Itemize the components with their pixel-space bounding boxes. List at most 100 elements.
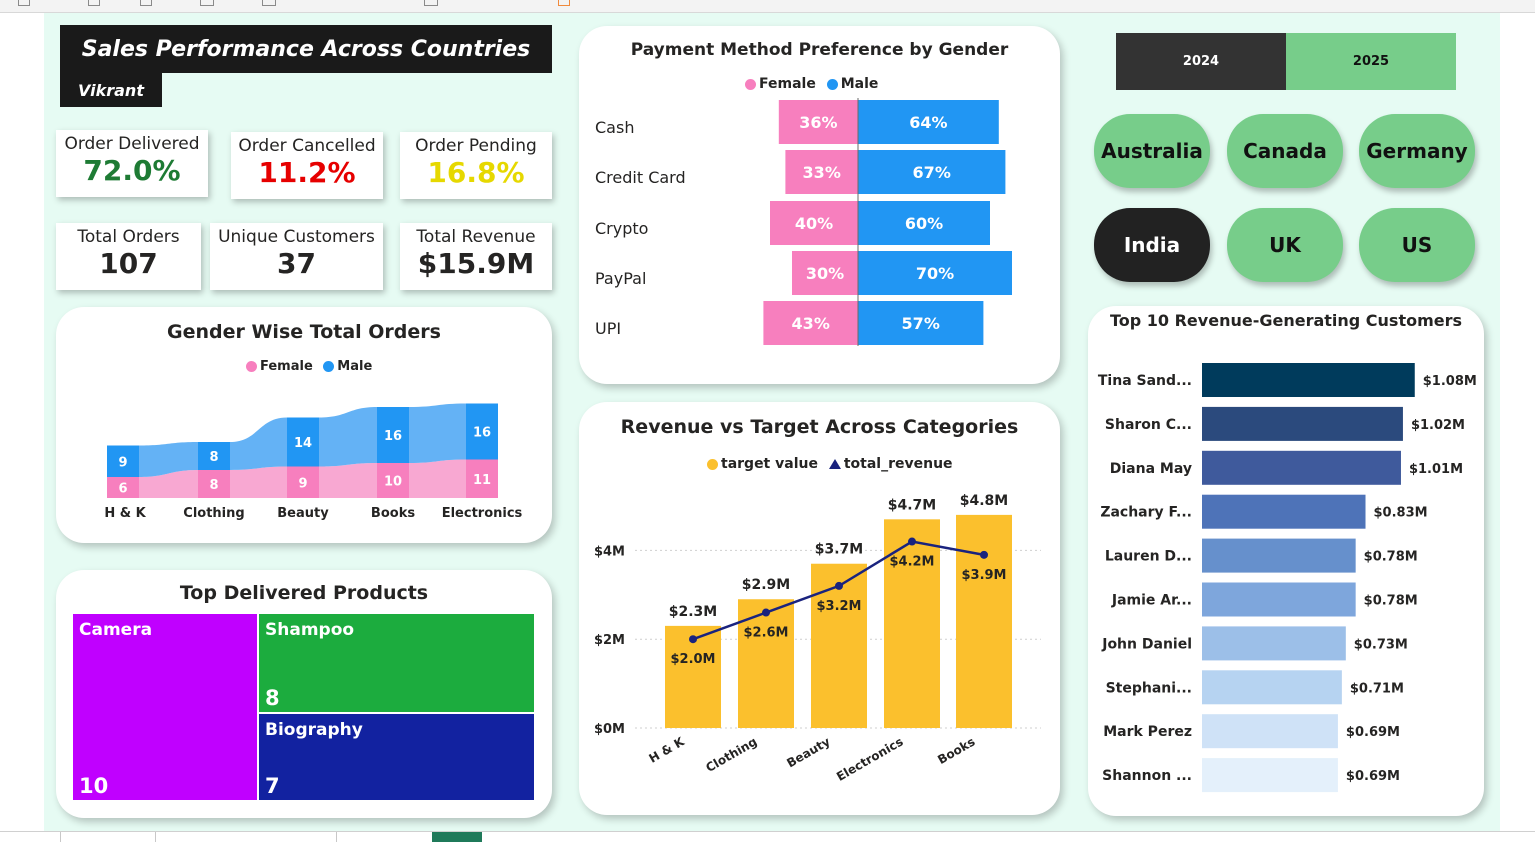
revenue-data-label: $4.2M bbox=[889, 555, 934, 570]
country-button-india[interactable]: India bbox=[1094, 208, 1210, 282]
kpi-value: 107 bbox=[99, 247, 158, 280]
customer-label: Shannon ... bbox=[1102, 768, 1192, 784]
revenue-point bbox=[762, 608, 770, 617]
female-data-label: 30% bbox=[806, 264, 844, 283]
customer-data-label: $1.01M bbox=[1409, 462, 1463, 477]
x-tick-label: Beauty bbox=[277, 506, 329, 521]
male-data-label: 16 bbox=[473, 426, 491, 441]
customer-bar bbox=[1202, 450, 1401, 485]
kpi-label: Order Cancelled bbox=[238, 136, 376, 156]
customer-label: Lauren D... bbox=[1105, 549, 1192, 565]
female-data-label: 6 bbox=[118, 482, 127, 497]
year-button-2024[interactable]: 2024 bbox=[1116, 33, 1286, 90]
customer-bar bbox=[1202, 670, 1342, 705]
treemap-label: Camera bbox=[79, 620, 153, 640]
report-title: Sales Performance Across Countries bbox=[60, 25, 552, 73]
revenue-data-label: $3.9M bbox=[961, 568, 1006, 583]
kpi-label: Order Pending bbox=[415, 136, 537, 156]
x-tick-label: Books bbox=[935, 734, 977, 767]
treemap-label: Shampoo bbox=[265, 620, 355, 640]
male-data-label: 57% bbox=[902, 314, 940, 333]
top-customers-card: Top 10 Revenue-Generating Customers Tina… bbox=[1088, 306, 1484, 816]
revenue-data-label: $3.2M bbox=[816, 599, 861, 614]
country-button-australia[interactable]: Australia bbox=[1094, 114, 1210, 188]
female-data-label: 10 bbox=[384, 475, 402, 490]
female-data-label: 11 bbox=[473, 473, 491, 488]
gender-orders-chart: 6 9 H & K 8 8 Clothing 9 14 Beauty 10 16 Books 11 16 E… bbox=[104, 403, 523, 521]
treemap-value: 10 bbox=[79, 774, 109, 798]
revenue-data-label: $2.6M bbox=[743, 626, 788, 641]
treemap-cell-biography[interactable]: Biography 7 bbox=[258, 713, 535, 801]
target-bar bbox=[884, 519, 940, 728]
category-label: Crypto bbox=[595, 219, 648, 238]
revenue-point bbox=[908, 537, 916, 546]
male-data-label: 8 bbox=[209, 450, 218, 465]
customer-bar bbox=[1202, 363, 1415, 397]
gender-orders-card: Gender Wise Total Orders Female Male 69H… bbox=[56, 307, 552, 543]
customer-data-label: $0.69M bbox=[1346, 769, 1400, 784]
customer-bar bbox=[1202, 714, 1338, 749]
male-data-label: 14 bbox=[294, 436, 312, 451]
kpi-value: 72.0% bbox=[83, 154, 181, 187]
report-author: Vikrant bbox=[60, 73, 162, 107]
male-data-label: 9 bbox=[118, 455, 127, 470]
treemap-cell-shampoo[interactable]: Shampoo 8 bbox=[258, 613, 535, 713]
year-button-2025[interactable]: 2025 bbox=[1286, 33, 1456, 90]
country-button-germany[interactable]: Germany bbox=[1359, 114, 1475, 188]
kpi-order-pending: Order Pending 16.8% bbox=[400, 132, 552, 199]
category-label: Credit Card bbox=[595, 168, 686, 187]
revenue-target-card: Revenue vs Target Across Categories targ… bbox=[579, 402, 1060, 815]
customer-label: Jamie Ar... bbox=[1111, 593, 1192, 609]
treemap-cell-camera[interactable]: Camera 10 bbox=[72, 613, 258, 801]
kpi-unique-customers: Unique Customers 37 bbox=[210, 223, 383, 290]
revenue-target-chart: $0M $2M $4M $2.3M H & K $2.9M Clothing $3.7M Bea… bbox=[594, 493, 1041, 784]
customer-label: Sharon C... bbox=[1105, 417, 1192, 433]
customer-bar bbox=[1202, 626, 1346, 661]
revenue-point bbox=[980, 550, 988, 559]
customer-bar bbox=[1202, 582, 1356, 617]
x-tick-label: Clothing bbox=[703, 734, 759, 774]
y-tick-label: $0M bbox=[594, 722, 625, 737]
treemap-label: Biography bbox=[265, 720, 363, 740]
y-tick-label: $2M bbox=[594, 633, 625, 648]
customer-bar bbox=[1202, 538, 1356, 573]
customer-data-label: $0.69M bbox=[1346, 725, 1400, 740]
kpi-value: $15.9M bbox=[417, 247, 535, 280]
customer-data-label: $0.83M bbox=[1374, 506, 1428, 521]
kpi-value: 11.2% bbox=[258, 156, 356, 189]
customer-data-label: $1.08M bbox=[1423, 374, 1477, 389]
chart-title: Top Delivered Products bbox=[179, 582, 429, 604]
category-label: PayPal bbox=[595, 269, 646, 288]
customer-data-label: $0.73M bbox=[1354, 637, 1408, 652]
target-data-label: $2.3M bbox=[669, 604, 717, 620]
kpi-value: 37 bbox=[277, 247, 316, 280]
kpi-label: Order Delivered bbox=[64, 134, 200, 154]
sheet-tab-strip bbox=[0, 831, 1535, 851]
country-button-uk[interactable]: UK bbox=[1227, 208, 1343, 282]
customer-data-label: $0.78M bbox=[1364, 550, 1418, 565]
revenue-data-label: $2.0M bbox=[670, 652, 715, 667]
target-data-label: $2.9M bbox=[742, 577, 790, 593]
customer-data-label: $1.02M bbox=[1411, 418, 1465, 433]
x-tick-label: Electronics bbox=[834, 734, 905, 783]
customer-bar bbox=[1202, 758, 1338, 793]
female-data-label: 9 bbox=[298, 476, 307, 491]
kpi-order-delivered: Order Delivered 72.0% bbox=[56, 130, 208, 197]
kpi-label: Total Orders bbox=[77, 227, 180, 247]
female-data-label: 43% bbox=[792, 314, 830, 333]
x-tick-label: H & K bbox=[646, 734, 687, 766]
active-sheet-tab[interactable] bbox=[432, 832, 482, 842]
male-data-label: 67% bbox=[913, 163, 951, 182]
country-button-canada[interactable]: Canada bbox=[1227, 114, 1343, 188]
female-data-label: 36% bbox=[799, 113, 837, 132]
revenue-point bbox=[835, 581, 843, 590]
kpi-label: Total Revenue bbox=[416, 227, 536, 247]
x-tick-label: Books bbox=[371, 506, 415, 521]
customer-data-label: $0.71M bbox=[1350, 681, 1404, 696]
category-label: Cash bbox=[595, 118, 634, 137]
country-button-us[interactable]: US bbox=[1359, 208, 1475, 282]
customer-bar bbox=[1202, 406, 1403, 441]
payment-gender-card: Payment Method Preference by Gender Fema… bbox=[579, 26, 1060, 384]
target-data-label: $4.7M bbox=[888, 497, 936, 513]
female-data-label: 8 bbox=[209, 478, 218, 493]
